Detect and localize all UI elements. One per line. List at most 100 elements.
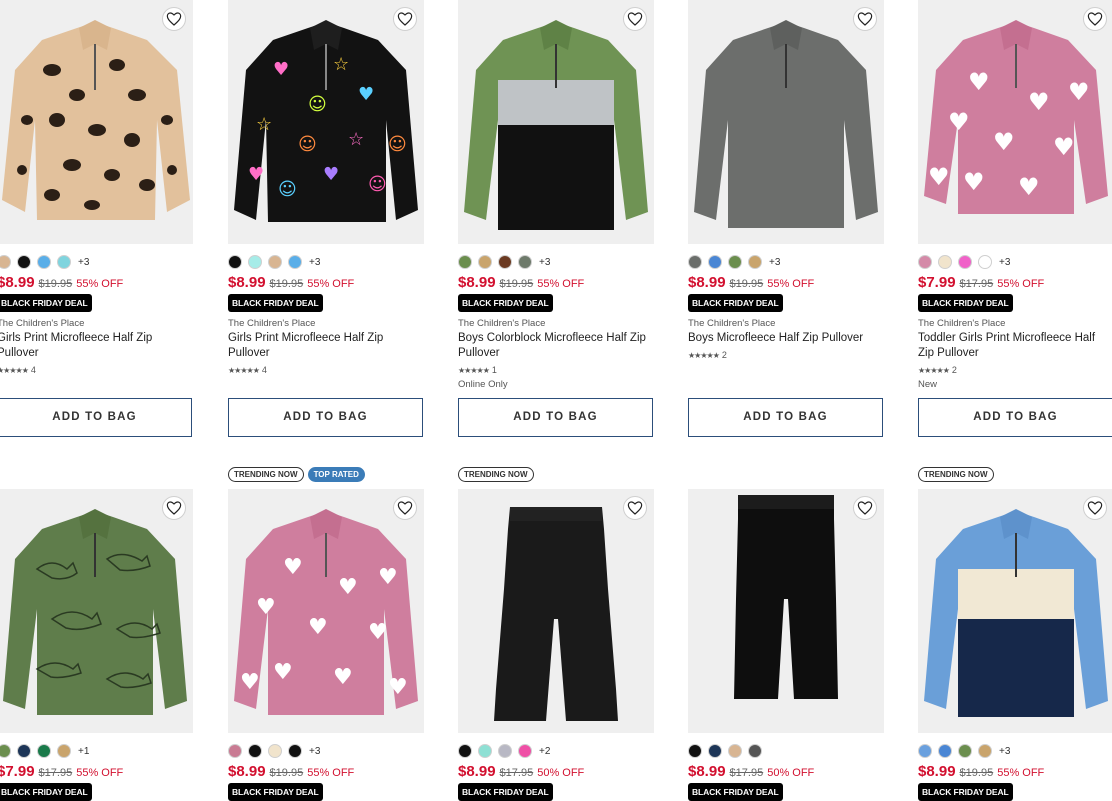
product-card[interactable]: +2 $8.99 $17.95 50% OFF BLACK FRIDAY DEA… [458, 489, 654, 801]
add-to-bag-button[interactable]: ADD TO BAG [228, 398, 423, 437]
color-swatch[interactable] [228, 744, 242, 758]
original-price: $17.95 [38, 767, 73, 779]
product-name[interactable]: Boys Microfleece Half Zip Pullover [688, 331, 884, 346]
color-swatch[interactable] [708, 744, 722, 758]
color-swatch[interactable] [288, 744, 302, 758]
color-swatch[interactable] [37, 744, 51, 758]
product-image[interactable] [458, 0, 654, 244]
rating[interactable]: ★★★★★ 4 [228, 363, 424, 377]
heart-outline-icon [857, 12, 873, 26]
color-swatch[interactable] [918, 744, 932, 758]
more-colors[interactable]: +1 [78, 746, 89, 757]
more-colors[interactable]: +3 [539, 257, 550, 268]
color-swatch[interactable] [938, 255, 952, 269]
color-swatch[interactable] [688, 744, 702, 758]
product-image[interactable]: ♥ ♥ ♥ ♥ ♥ ♥ ♥ ♥ ♥ ♥ [228, 489, 424, 733]
product-card[interactable]: +3 $8.99 $19.95 55% OFF BLACK FRIDAY DEA… [688, 0, 884, 362]
favorite-button[interactable] [1083, 496, 1107, 520]
product-card[interactable]: +3 $8.99 $19.95 55% OFF BLACK FRIDAY DEA… [458, 0, 654, 390]
rating[interactable]: ★★★★★ 2 [688, 348, 884, 362]
color-swatch[interactable] [958, 744, 972, 758]
color-swatch[interactable] [748, 744, 762, 758]
color-swatch[interactable] [958, 255, 972, 269]
product-image[interactable]: ♥ ☆ ☺ ♥ ☆ ☺ ☆ ♥ ☺ ☺ ♥ ☺ [228, 0, 424, 244]
color-swatch[interactable] [518, 255, 532, 269]
review-count: 4 [30, 365, 36, 375]
color-swatch[interactable] [17, 744, 31, 758]
favorite-button[interactable] [623, 7, 647, 31]
gray-fleece-image [688, 0, 884, 244]
favorite-button[interactable] [853, 496, 877, 520]
product-card[interactable]: $8.99 $17.95 50% OFF BLACK FRIDAY DEAL [688, 489, 884, 801]
product-image[interactable] [458, 489, 654, 733]
color-swatch[interactable] [458, 255, 472, 269]
product-card[interactable]: ♥ ♥ ♥ ♥ ♥ ♥ ♥ ♥ ♥ ♥ +3 $8.99 $19.95 55% OFF BL… [228, 489, 424, 801]
color-swatch[interactable] [708, 255, 722, 269]
color-swatch[interactable] [688, 255, 702, 269]
favorite-button[interactable] [393, 7, 417, 31]
product-image[interactable] [688, 489, 884, 733]
color-swatch[interactable] [978, 255, 992, 269]
product-card[interactable]: +1 $7.99 $17.95 55% OFF BLACK FRIDAY DEA… [0, 489, 193, 801]
color-swatch[interactable] [978, 744, 992, 758]
color-swatch[interactable] [478, 255, 492, 269]
more-colors[interactable]: +3 [78, 257, 89, 268]
product-image[interactable] [688, 0, 884, 244]
color-swatch[interactable] [478, 744, 492, 758]
price-row: $7.99 $17.95 55% OFF [918, 274, 1112, 291]
color-swatch[interactable] [728, 255, 742, 269]
product-card[interactable]: ♥ ♥ ♥ ♥ ♥ ♥ ♥ ♥ ♥ +3 $7.99 $17.95 55% OFF BLAC… [918, 0, 1112, 390]
color-swatch[interactable] [57, 255, 71, 269]
discount: 55% OFF [767, 278, 815, 290]
product-card[interactable]: ♥ ☆ ☺ ♥ ☆ ☺ ☆ ♥ ☺ ☺ ♥ ☺ +3 $8.99 $19.95 55% OF… [228, 0, 424, 377]
product-image[interactable] [0, 489, 193, 733]
product-name[interactable]: Toddler Girls Print Microfleece Half Zip… [918, 331, 1112, 361]
favorite-button[interactable] [162, 496, 186, 520]
color-swatch[interactable] [918, 255, 932, 269]
color-swatch[interactable] [938, 744, 952, 758]
product-card[interactable]: +3 $8.99 $19.95 55% OFF BLACK FRIDAY DEA… [918, 489, 1112, 801]
favorite-button[interactable] [1083, 7, 1107, 31]
product-name[interactable]: Boys Colorblock Microfleece Half Zip Pul… [458, 331, 654, 361]
color-swatch[interactable] [0, 255, 11, 269]
color-swatch[interactable] [0, 744, 11, 758]
more-colors[interactable]: +3 [999, 746, 1010, 757]
more-colors[interactable]: +3 [309, 257, 320, 268]
favorite-button[interactable] [162, 7, 186, 31]
color-swatch[interactable] [57, 744, 71, 758]
rating[interactable]: ★★★★★ 1 [458, 363, 654, 377]
more-colors[interactable]: +3 [999, 257, 1010, 268]
add-to-bag-button[interactable]: ADD TO BAG [0, 398, 192, 437]
product-card[interactable]: +3 $8.99 $19.95 55% OFF BLACK FRIDAY DEA… [0, 0, 193, 377]
color-swatch[interactable] [518, 744, 532, 758]
favorite-button[interactable] [393, 496, 417, 520]
color-swatch[interactable] [37, 255, 51, 269]
product-image[interactable] [918, 489, 1112, 733]
more-colors[interactable]: +3 [769, 257, 780, 268]
favorite-button[interactable] [623, 496, 647, 520]
product-image[interactable] [0, 0, 193, 244]
color-swatch[interactable] [268, 744, 282, 758]
add-to-bag-button[interactable]: ADD TO BAG [688, 398, 883, 437]
add-to-bag-button[interactable]: ADD TO BAG [918, 398, 1112, 437]
product-image[interactable]: ♥ ♥ ♥ ♥ ♥ ♥ ♥ ♥ ♥ [918, 0, 1112, 244]
color-swatch[interactable] [268, 255, 282, 269]
rating[interactable]: ★★★★★ 4 [0, 363, 193, 377]
color-swatch[interactable] [248, 255, 262, 269]
favorite-button[interactable] [853, 7, 877, 31]
product-name[interactable]: Girls Print Microfleece Half Zip Pullove… [0, 331, 193, 361]
color-swatch[interactable] [748, 255, 762, 269]
more-colors[interactable]: +3 [309, 746, 320, 757]
add-to-bag-button[interactable]: ADD TO BAG [458, 398, 653, 437]
color-swatch[interactable] [17, 255, 31, 269]
product-name[interactable]: Girls Print Microfleece Half Zip Pullove… [228, 331, 424, 361]
color-swatch[interactable] [458, 744, 472, 758]
color-swatch[interactable] [498, 255, 512, 269]
rating[interactable]: ★★★★★ 2 [918, 363, 1112, 377]
color-swatch[interactable] [288, 255, 302, 269]
color-swatch[interactable] [248, 744, 262, 758]
color-swatch[interactable] [498, 744, 512, 758]
color-swatch[interactable] [728, 744, 742, 758]
color-swatch[interactable] [228, 255, 242, 269]
more-colors[interactable]: +2 [539, 746, 550, 757]
